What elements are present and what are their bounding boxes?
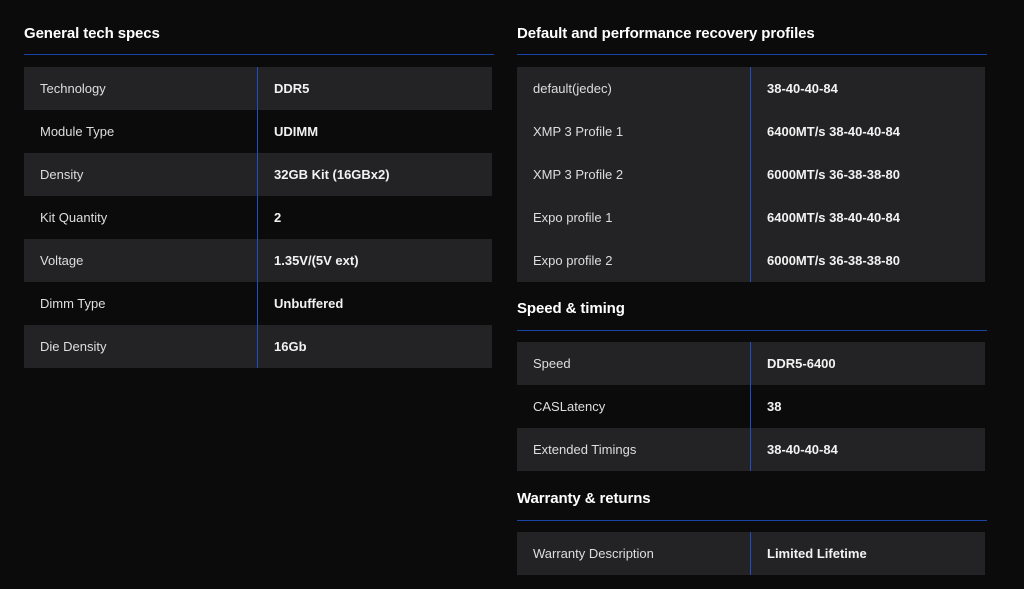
spec-key: Density — [24, 153, 258, 196]
spec-key: XMP 3 Profile 2 — [517, 153, 751, 196]
section-title-general: General tech specs — [24, 25, 160, 42]
spec-value: 16Gb — [274, 339, 307, 354]
spec-value: 2 — [274, 210, 282, 225]
spec-key: Kit Quantity — [24, 196, 258, 239]
spec-key: Extended Timings — [517, 428, 751, 471]
table-row: Kit Quantity 2 — [24, 196, 492, 239]
section-title-warranty: Warranty & returns — [517, 490, 651, 507]
spec-value: 32GB Kit (16GBx2) — [274, 167, 390, 182]
spec-key: CASLatency — [517, 385, 751, 428]
spec-key: Voltage — [24, 239, 258, 282]
table-row: Expo profile 1 6400MT/s 38-40-40-84 — [517, 196, 985, 239]
section-title-profiles: Default and performance recovery profile… — [517, 25, 815, 42]
spec-key: Module Type — [24, 110, 258, 153]
table-row: Voltage 1.35V/(5V ext) — [24, 239, 492, 282]
spec-key: default(jedec) — [517, 67, 751, 110]
spec-value: DDR5-6400 — [767, 356, 836, 371]
spec-value: 38 — [767, 399, 782, 414]
spec-value: 6000MT/s 36-38-38-80 — [767, 167, 900, 182]
profiles-spec-table: default(jedec) 38-40-40-84 XMP 3 Profile… — [517, 67, 985, 282]
warranty-spec-table: Warranty Description Limited Lifetime — [517, 532, 985, 575]
spec-key: Expo profile 2 — [517, 239, 751, 282]
table-row: Module Type UDIMM — [24, 110, 492, 153]
table-row: Density 32GB Kit (16GBx2) — [24, 153, 492, 196]
speed-spec-table: Speed DDR5-6400 CASLatency 38 Extended T… — [517, 342, 985, 471]
table-row: Expo profile 2 6000MT/s 36-38-38-80 — [517, 239, 985, 282]
table-row: Warranty Description Limited Lifetime — [517, 532, 985, 575]
spec-value: Limited Lifetime — [767, 546, 867, 561]
spec-key: Die Density — [24, 325, 258, 368]
spec-value: 6400MT/s 38-40-40-84 — [767, 124, 900, 139]
table-row: Speed DDR5-6400 — [517, 342, 985, 385]
spec-key: Expo profile 1 — [517, 196, 751, 239]
section-divider — [517, 54, 987, 55]
spec-value: 38-40-40-84 — [767, 442, 838, 457]
spec-value: 1.35V/(5V ext) — [274, 253, 359, 268]
profiles-section: Default and performance recovery profile… — [517, 23, 987, 282]
warranty-section: Warranty & returns Warranty Description … — [517, 488, 987, 575]
spec-value: 38-40-40-84 — [767, 81, 838, 96]
spec-value: UDIMM — [274, 124, 319, 139]
spec-value: DDR5 — [274, 81, 310, 96]
spec-key: Warranty Description — [517, 532, 751, 575]
spec-key: Dimm Type — [24, 282, 258, 325]
section-divider — [24, 54, 494, 55]
table-row: XMP 3 Profile 2 6000MT/s 36-38-38-80 — [517, 153, 985, 196]
general-tech-specs-section: General tech specs Technology DDR5 Modul… — [24, 23, 494, 368]
table-row: Extended Timings 38-40-40-84 — [517, 428, 985, 471]
table-row: default(jedec) 38-40-40-84 — [517, 67, 985, 110]
table-row: Die Density 16Gb — [24, 325, 492, 368]
spec-value: 6400MT/s 38-40-40-84 — [767, 210, 900, 225]
section-title-speed: Speed & timing — [517, 300, 625, 317]
spec-key: Technology — [24, 67, 258, 110]
spec-key: XMP 3 Profile 1 — [517, 110, 751, 153]
table-row: XMP 3 Profile 1 6400MT/s 38-40-40-84 — [517, 110, 985, 153]
table-row: CASLatency 38 — [517, 385, 985, 428]
spec-value: 6000MT/s 36-38-38-80 — [767, 253, 900, 268]
spec-value: Unbuffered — [274, 296, 344, 311]
table-row: Dimm Type Unbuffered — [24, 282, 492, 325]
general-spec-table: Technology DDR5 Module Type UDIMM Densit… — [24, 67, 492, 368]
spec-key: Speed — [517, 342, 751, 385]
table-row: Technology DDR5 — [24, 67, 492, 110]
section-divider — [517, 520, 987, 521]
section-divider — [517, 330, 987, 331]
speed-timing-section: Speed & timing Speed DDR5-6400 CASLatenc… — [517, 298, 987, 471]
